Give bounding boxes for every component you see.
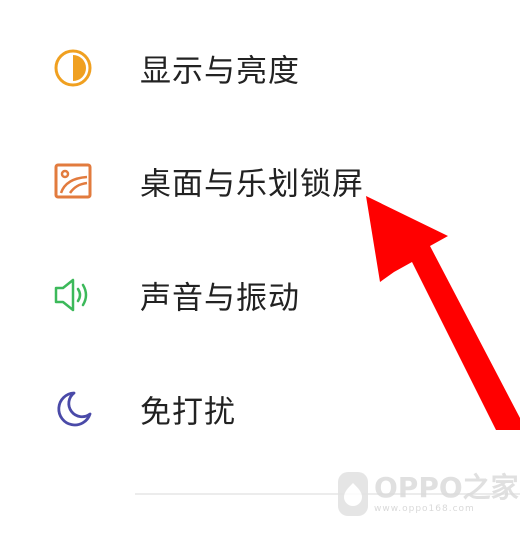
settings-item-do-not-disturb[interactable]: 免打扰 xyxy=(0,374,520,444)
speaker-icon xyxy=(50,272,96,318)
display-brightness-icon xyxy=(50,45,96,91)
settings-item-label: 声音与振动 xyxy=(140,280,300,317)
settings-item-label: 显示与亮度 xyxy=(140,53,300,90)
watermark-url: www.oppo168.com xyxy=(374,504,475,514)
watermark-logo-icon xyxy=(338,472,368,516)
moon-icon xyxy=(50,386,96,432)
settings-item-display-brightness[interactable]: 显示与亮度 xyxy=(0,33,520,103)
settings-item-label: 免打扰 xyxy=(140,394,236,431)
watermark: OPPO之家 www.oppo168.com xyxy=(338,466,519,522)
watermark-brand: OPPO之家 xyxy=(374,471,519,504)
settings-item-label: 桌面与乐划锁屏 xyxy=(140,166,364,203)
settings-item-desktop-lockscreen[interactable]: 桌面与乐划锁屏 xyxy=(0,146,520,216)
settings-item-sound-vibration[interactable]: 声音与振动 xyxy=(0,260,520,330)
settings-screen: 显示与亮度 桌面与乐划锁屏 声音与振动 免打扰 OPPO之家 www.oppo1… xyxy=(0,0,520,536)
wallpaper-icon xyxy=(50,158,96,204)
